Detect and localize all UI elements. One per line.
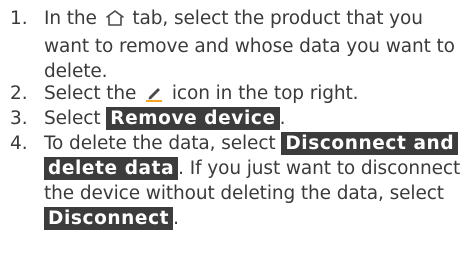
step-text: Select Remove device. (44, 106, 462, 131)
instruction-list: 1. In the tab, select the product that y… (0, 0, 466, 266)
step-number: 1. (10, 8, 28, 29)
step-number: 3. (10, 108, 28, 129)
step-text-part: Select (44, 108, 101, 129)
step-text-part: To delete the data, select (44, 133, 276, 154)
disconnect-button-label: Disconnect (44, 207, 174, 230)
step-text: In the tab, select the product that you … (44, 6, 462, 84)
step-text-part: Select the (44, 83, 137, 104)
step-text: To delete the data, select Disconnect an… (44, 131, 462, 231)
step-number: 4. (10, 133, 28, 154)
home-icon (105, 9, 125, 34)
step-text-part: . (173, 208, 179, 229)
remove-device-button-label: Remove device (106, 107, 280, 130)
step-text-part: icon in the top right. (171, 83, 359, 104)
step-text-part: . (279, 108, 286, 129)
step-text: Select the icon in the top right. (44, 81, 462, 109)
step-number: 2. (10, 83, 28, 104)
step-text-part: In the (44, 8, 97, 29)
